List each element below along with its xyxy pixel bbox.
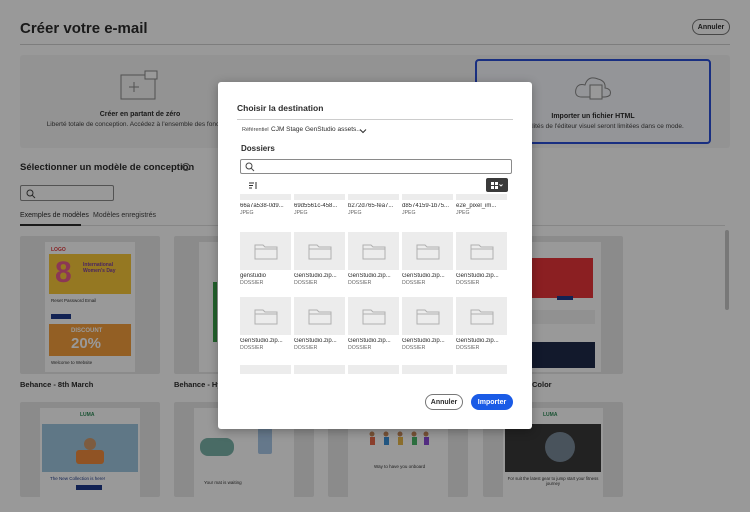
folder-icon xyxy=(308,309,332,325)
folder-tile[interactable]: genstudio DOSSIER xyxy=(240,232,291,286)
dialog-title: Choisir la destination xyxy=(237,103,324,113)
folder-name: GenStudio.zip... xyxy=(348,273,391,279)
folder-name: GenStudio.zip... xyxy=(348,338,391,344)
folder-type: DOSSIER xyxy=(456,345,480,351)
folder-tile[interactable] xyxy=(240,365,291,374)
folder-icon xyxy=(362,309,386,325)
folder-thumbnail xyxy=(456,297,507,335)
folder-tile[interactable]: GenStudio.zip... DOSSIER xyxy=(402,297,453,351)
folder-icon xyxy=(254,244,278,260)
file-tile[interactable]: 69d5561c-458... JPEG xyxy=(294,194,345,216)
file-type: JPEG xyxy=(456,210,470,216)
file-type: JPEG xyxy=(348,210,362,216)
folder-tile[interactable]: GenStudio.zip... DOSSIER xyxy=(348,297,399,351)
folder-tile[interactable]: GenStudio.zip... DOSSIER xyxy=(456,232,507,286)
file-type: JPEG xyxy=(240,210,254,216)
folder-tile[interactable] xyxy=(402,365,453,374)
file-type: JPEG xyxy=(402,210,416,216)
file-tile[interactable]: e2e_pixel_im... JPEG xyxy=(456,194,507,216)
folder-name: GenStudio.zip... xyxy=(240,338,283,344)
folder-tile[interactable] xyxy=(456,365,507,374)
folder-type: DOSSIER xyxy=(294,280,318,286)
folder-thumbnail xyxy=(294,365,345,374)
destination-dialog: Choisir la destination Référentiel CJM S… xyxy=(218,82,532,429)
folder-icon xyxy=(470,244,494,260)
folder-thumbnail xyxy=(240,297,291,335)
view-toggle-button[interactable] xyxy=(486,178,508,192)
folder-tile[interactable]: GenStudio.zip... DOSSIER xyxy=(294,297,345,351)
folder-name: GenStudio.zip... xyxy=(402,273,445,279)
folder-icon xyxy=(416,244,440,260)
folder-thumbnail xyxy=(294,297,345,335)
folder-name: GenStudio.zip... xyxy=(402,338,445,344)
folder-tile[interactable]: GenStudio.zip... DOSSIER xyxy=(456,297,507,351)
folder-thumbnail xyxy=(456,232,507,270)
file-thumbnail xyxy=(240,194,291,200)
folder-search-input[interactable] xyxy=(240,159,512,174)
file-thumbnail xyxy=(294,194,345,200)
folder-type: DOSSIER xyxy=(348,345,372,351)
dialog-divider xyxy=(237,119,513,120)
folder-thumbnail xyxy=(240,365,291,374)
repository-picker[interactable]: CJM Stage GenStudio assets... xyxy=(271,126,362,133)
folder-thumbnail xyxy=(456,365,507,374)
folders-title: Dossiers xyxy=(241,144,275,153)
file-tile[interactable]: 66a7a538-0d9... JPEG xyxy=(240,194,291,216)
asset-grid: 66a7a538-0d9... JPEG 69d5561c-458... JPE… xyxy=(240,194,512,374)
file-name: 69d5561c-458... xyxy=(294,203,338,209)
folder-tile[interactable] xyxy=(348,365,399,374)
folder-icon xyxy=(308,244,332,260)
dialog-cancel-button[interactable]: Annuler xyxy=(425,394,463,410)
folder-type: DOSSIER xyxy=(402,280,426,286)
sort-icon[interactable] xyxy=(248,181,258,190)
folder-tile[interactable]: GenStudio.zip... DOSSIER xyxy=(240,297,291,351)
folder-thumbnail xyxy=(240,232,291,270)
folder-icon xyxy=(254,309,278,325)
import-button[interactable]: Importer xyxy=(471,394,513,410)
folder-name: genstudio xyxy=(240,273,267,279)
folder-type: DOSSIER xyxy=(402,345,426,351)
folder-type: DOSSIER xyxy=(348,280,372,286)
file-name: e2e_pixel_im... xyxy=(456,203,497,209)
folder-thumbnail xyxy=(294,232,345,270)
repository-label: Référentiel xyxy=(242,127,269,133)
folder-type: DOSSIER xyxy=(294,345,318,351)
folder-thumbnail xyxy=(348,365,399,374)
file-thumbnail xyxy=(456,194,507,200)
folder-thumbnail xyxy=(402,232,453,270)
folder-type: DOSSIER xyxy=(240,280,264,286)
folder-type: DOSSIER xyxy=(240,345,264,351)
search-icon xyxy=(245,162,255,172)
folder-name: GenStudio.zip... xyxy=(294,338,337,344)
folder-tile[interactable]: GenStudio.zip... DOSSIER xyxy=(402,232,453,286)
folder-thumbnail xyxy=(402,365,453,374)
file-tile[interactable]: b272d765-fea7... JPEG xyxy=(348,194,399,216)
folder-thumbnail xyxy=(348,297,399,335)
file-thumbnail xyxy=(402,194,453,200)
folder-name: GenStudio.zip... xyxy=(456,338,499,344)
chevron-down-icon[interactable] xyxy=(359,127,367,135)
folder-icon xyxy=(470,309,494,325)
file-name: d8574159-1b75... xyxy=(402,203,450,209)
folder-thumbnail xyxy=(348,232,399,270)
file-type: JPEG xyxy=(294,210,308,216)
folder-tile[interactable]: GenStudio.zip... DOSSIER xyxy=(348,232,399,286)
folder-type: DOSSIER xyxy=(456,280,480,286)
folder-thumbnail xyxy=(402,297,453,335)
grid-view-icon xyxy=(491,181,503,189)
folder-tile[interactable] xyxy=(294,365,345,374)
file-tile[interactable]: d8574159-1b75... JPEG xyxy=(402,194,453,216)
folder-name: GenStudio.zip... xyxy=(294,273,337,279)
folder-name: GenStudio.zip... xyxy=(456,273,499,279)
folder-tile[interactable]: GenStudio.zip... DOSSIER xyxy=(294,232,345,286)
file-thumbnail xyxy=(348,194,399,200)
file-name: b272d765-fea7... xyxy=(348,203,394,209)
folder-icon xyxy=(362,244,386,260)
folder-icon xyxy=(416,309,440,325)
file-name: 66a7a538-0d9... xyxy=(240,203,284,209)
